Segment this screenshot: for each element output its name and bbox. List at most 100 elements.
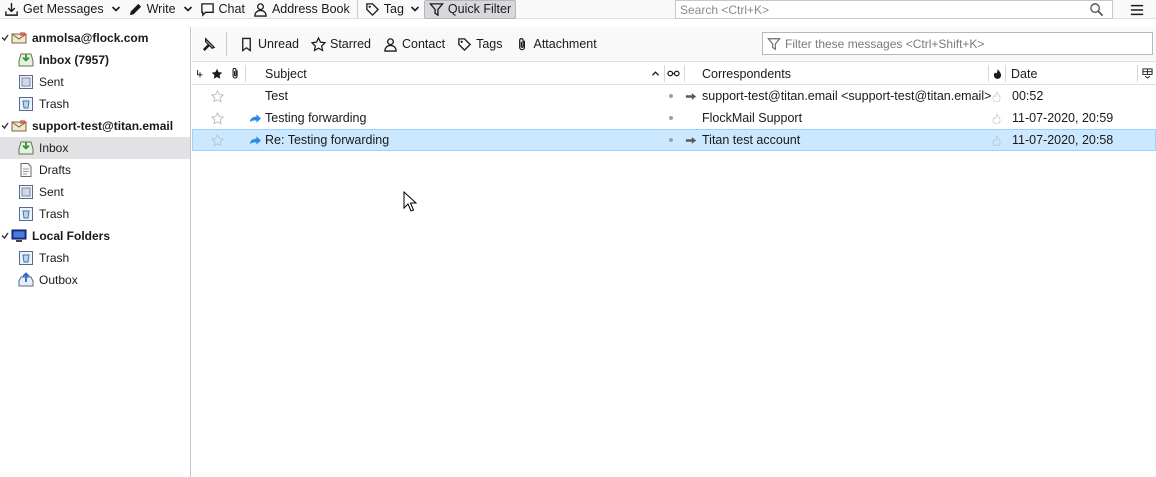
sent-folder-icon	[19, 185, 33, 199]
attachment-filter-button[interactable]: Attachment	[509, 32, 603, 56]
drafts-folder-icon	[20, 163, 32, 177]
sticky-filter-button[interactable]	[192, 32, 222, 56]
message-date: 11-07-2020, 20:58	[1012, 133, 1114, 147]
contact-person-icon	[254, 2, 267, 17]
contact-filter-button[interactable]: Contact	[377, 32, 451, 56]
star-toggle[interactable]	[211, 129, 224, 151]
outgoing-arrow-icon	[685, 129, 697, 151]
read-status-dot[interactable]	[669, 107, 673, 129]
chevron-expanded-icon[interactable]	[1, 232, 9, 240]
folder-inbox[interactable]: Inbox	[0, 137, 190, 159]
trash-folder-icon	[19, 251, 33, 265]
starred-filter-button[interactable]: Starred	[305, 32, 377, 56]
folder-outbox[interactable]: Outbox	[0, 269, 190, 291]
paperclip-icon	[232, 67, 238, 79]
folder-pane: anmolsa@flock.com Inbox (7957) Sent Tras…	[0, 27, 191, 477]
junk-status-icon[interactable]	[992, 107, 1001, 129]
message-row[interactable]: Test support-test@titan.email <support-t…	[192, 85, 1156, 107]
attachment-label: Attachment	[533, 37, 597, 51]
folder-inbox[interactable]: Inbox (7957)	[0, 49, 190, 71]
folder-sent[interactable]: Sent	[0, 181, 190, 203]
column-divider[interactable]	[684, 65, 685, 82]
unread-label: Unread	[258, 37, 299, 51]
thread-column-header-threads[interactable]	[196, 62, 208, 85]
local-folders[interactable]: Local Folders	[0, 225, 190, 247]
chevron-expanded-icon[interactable]	[1, 34, 9, 42]
folder-trash[interactable]: Trash	[0, 247, 190, 269]
star-icon	[211, 68, 223, 79]
column-divider[interactable]	[988, 65, 989, 82]
correspondents-column-header[interactable]: Correspondents	[702, 62, 791, 85]
global-search	[675, 0, 1113, 19]
unread-filter-button[interactable]: Unread	[233, 32, 305, 56]
quick-filter-label: Quick Filter	[447, 2, 512, 16]
search-icon[interactable]	[1086, 1, 1106, 18]
account-name: Local Folders	[32, 229, 111, 243]
get-messages-button[interactable]: Get Messages	[0, 0, 108, 19]
message-subject: Re: Testing forwarding	[265, 133, 390, 147]
write-dropdown[interactable]	[180, 0, 196, 19]
account-name: support-test@titan.email	[32, 119, 174, 133]
star-toggle[interactable]	[211, 85, 224, 107]
read-status-column-header[interactable]	[667, 62, 681, 85]
column-divider[interactable]	[245, 65, 246, 82]
contact-person-icon	[384, 37, 397, 52]
folder-drafts[interactable]: Drafts	[0, 159, 190, 181]
star-icon	[311, 36, 326, 52]
chat-button[interactable]: Chat	[196, 0, 249, 19]
tag-button[interactable]: Tag	[361, 0, 424, 19]
mail-account-icon	[11, 120, 27, 132]
message-correspondent: support-test@titan.email <support-test@t…	[702, 89, 992, 103]
read-status-dot[interactable]	[669, 129, 673, 151]
search-input[interactable]	[680, 2, 1086, 17]
star-outline-icon	[211, 133, 224, 147]
column-divider[interactable]	[1005, 65, 1006, 82]
tags-label: Tags	[476, 37, 503, 51]
subject-header-label: Subject	[265, 66, 307, 81]
read-status-dot[interactable]	[669, 85, 673, 107]
folder-trash[interactable]: Trash	[0, 203, 190, 225]
account-support-test[interactable]: support-test@titan.email	[0, 115, 190, 137]
starred-label: Starred	[330, 37, 371, 51]
folder-label: Trash	[39, 207, 70, 221]
forwarded-icon	[249, 129, 262, 151]
tag-icon	[365, 2, 379, 16]
write-button[interactable]: Write	[124, 0, 180, 19]
account-anmolsa[interactable]: anmolsa@flock.com	[0, 27, 190, 49]
thread-column-header-attachment[interactable]	[229, 62, 243, 85]
junk-status-icon[interactable]	[992, 129, 1001, 151]
column-divider[interactable]	[664, 65, 665, 82]
quick-filter-button[interactable]: Quick Filter	[423, 0, 517, 19]
star-toggle[interactable]	[211, 107, 224, 129]
chevron-down-icon	[111, 6, 120, 12]
folder-label: Outbox	[39, 273, 78, 287]
junk-status-column-header[interactable]	[993, 62, 1005, 85]
inbox-icon	[18, 53, 34, 67]
column-picker-button[interactable]	[1142, 62, 1154, 85]
folder-sent[interactable]: Sent	[0, 71, 190, 93]
date-column-header[interactable]: Date	[1011, 62, 1037, 85]
hamburger-menu-icon	[1130, 4, 1144, 15]
message-row[interactable]: Testing forwarding FlockMail Support 11-…	[192, 107, 1156, 129]
thread-column-header: Subject Correspondents Date	[192, 62, 1156, 85]
forwarded-icon	[249, 107, 262, 129]
correspondents-header-label: Correspondents	[702, 66, 791, 81]
address-book-button[interactable]: Address Book	[249, 0, 354, 19]
folder-trash[interactable]: Trash	[0, 93, 190, 115]
flame-icon	[993, 69, 1002, 79]
tags-filter-button[interactable]: Tags	[451, 32, 508, 56]
thread-icon	[197, 69, 203, 77]
thread-column-header-star[interactable]	[211, 62, 225, 85]
junk-status-icon[interactable]	[992, 85, 1001, 107]
column-divider[interactable]	[1137, 65, 1138, 82]
app-menu-button[interactable]	[1126, 0, 1148, 19]
subject-column-header[interactable]: Subject	[265, 62, 307, 85]
folder-label: Sent	[39, 185, 64, 199]
folder-label: Inbox	[39, 141, 69, 155]
filter-messages-input[interactable]	[785, 36, 1152, 51]
message-row-selected[interactable]: Re: Testing forwarding Titan test accoun…	[192, 129, 1156, 151]
get-messages-dropdown[interactable]	[108, 0, 124, 19]
chevron-expanded-icon[interactable]	[1, 122, 9, 130]
trash-folder-icon	[19, 97, 33, 111]
sent-folder-icon	[19, 75, 33, 89]
